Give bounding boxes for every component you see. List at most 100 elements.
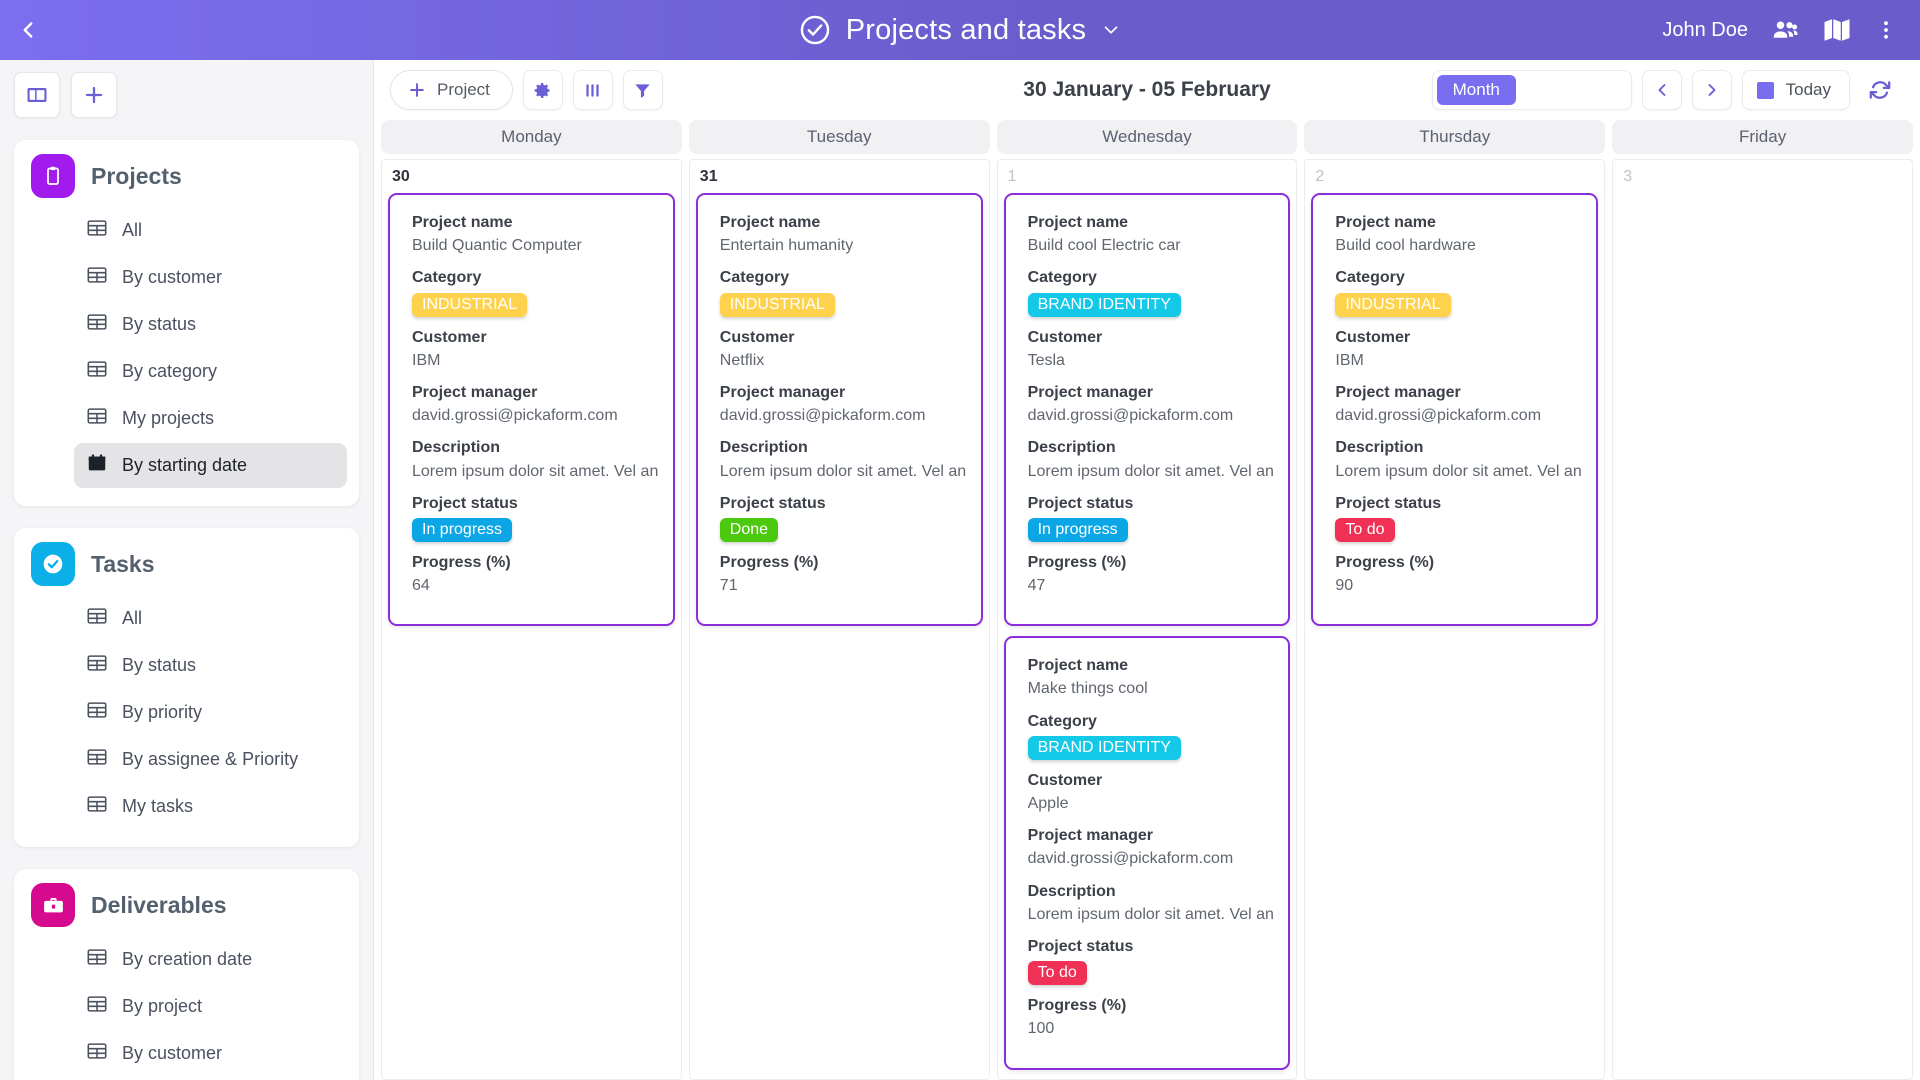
day-column-monday[interactable]: 30 Project name Build Quantic Computer C… [381, 159, 682, 1080]
category-badge: BRAND IDENTITY [1027, 735, 1181, 760]
scale-selector[interactable]: Month [1431, 70, 1632, 110]
sidebar-item-my-tasks[interactable]: My tasks [74, 784, 347, 829]
sidebar-item-label: By project [122, 996, 203, 1016]
field-value: Lorem ipsum dolor sit amet. Vel anim [1027, 905, 1275, 923]
table-icon [86, 652, 108, 679]
field-description: Description Lorem ipsum dolor sit amet. … [1335, 436, 1582, 482]
sidebar-item-label: By status [122, 655, 197, 675]
sidebar-item-tasks-all[interactable]: All [74, 596, 347, 641]
field-label: Project status [1335, 494, 1442, 512]
today-button[interactable]: Today [1741, 70, 1850, 110]
field-customer: Customer Apple [1028, 769, 1275, 815]
sidebar-item-tasks-by-status[interactable]: By status [74, 643, 347, 688]
field-value: 64 [412, 577, 430, 595]
day-header-tuesday: Tuesday [688, 120, 990, 154]
project-card[interactable]: Project name Build cool hardware Categor… [1311, 193, 1599, 627]
field-label: Project name [719, 214, 821, 231]
project-card[interactable]: Project name Build Quantic Computer Cate… [388, 193, 675, 627]
field-value: Lorem ipsum dolor sit amet. Vel anim [412, 462, 659, 480]
field-progress: Progress (%) 71 [720, 551, 967, 597]
day-column-thursday[interactable]: 2 Project name Build cool hardware Categ… [1304, 159, 1606, 1080]
back-button[interactable] [0, 17, 56, 43]
sidebar-item-label: My projects [122, 408, 215, 428]
sidebar: Projects All By customer By status By ca… [0, 60, 374, 1080]
today-label: Today [1785, 80, 1831, 99]
map-icon[interactable] [1822, 15, 1852, 45]
project-card[interactable]: Project name Make things cool Category B… [1003, 636, 1291, 1070]
status-badge: To do [1335, 517, 1395, 542]
day-columns: 30 Project name Build Quantic Computer C… [381, 159, 1913, 1080]
field-label: Project manager [1027, 383, 1153, 401]
day-column-tuesday[interactable]: 31 Project name Entertain humanity Categ… [688, 159, 990, 1080]
field-value: Lorem ipsum dolor sit amet. Vel anim [1335, 462, 1583, 480]
field-label: Category [719, 269, 790, 287]
sidebar-item-by-customer[interactable]: By customer [74, 255, 347, 300]
more-vertical-icon[interactable] [1874, 16, 1898, 44]
table-icon [86, 311, 108, 338]
sidebar-item-by-creation-date[interactable]: By creation date [74, 937, 347, 982]
field-value: Lorem ipsum dolor sit amet. Vel anim [1027, 462, 1275, 480]
sidebar-item-tasks-by-priority[interactable]: By priority [74, 690, 347, 735]
field-label: Progress (%) [1027, 997, 1127, 1015]
plus-icon [410, 83, 424, 97]
gear-icon [535, 82, 550, 98]
day-header-wednesday: Wednesday [996, 120, 1298, 154]
field-value: david.grossi@pickaform.com [412, 407, 618, 425]
sidebar-item-all[interactable]: All [74, 208, 347, 253]
day-column-friday[interactable]: 3 [1612, 159, 1913, 1080]
sidebar-item-label: By customer [122, 267, 223, 287]
field-project-status: Project status Done [719, 492, 967, 542]
toggle-panel-button[interactable] [14, 72, 60, 118]
project-card[interactable]: Project name Build cool Electric car Cat… [1003, 193, 1291, 627]
field-label: Description [1027, 439, 1116, 457]
columns-button[interactable] [572, 70, 613, 110]
user-name[interactable]: John Doe [1662, 19, 1748, 42]
field-label: Progress (%) [1027, 553, 1127, 571]
field-label: Description [1027, 882, 1116, 900]
filter-button[interactable] [622, 70, 663, 110]
settings-button[interactable] [522, 70, 563, 110]
calendar: Monday Tuesday Wednesday Thursday Friday… [374, 120, 1920, 1080]
chevron-left-icon [1658, 84, 1666, 96]
sidebar-item-by-category[interactable]: By category [74, 349, 347, 394]
scale-option-month[interactable]: Month [1436, 75, 1516, 105]
columns-icon [586, 83, 600, 97]
field-label: Customer [1027, 328, 1103, 346]
field-value: Build Quantic Computer [412, 237, 582, 255]
sidebar-item-label: By status [122, 314, 197, 334]
table-icon [86, 993, 108, 1020]
project-card[interactable]: Project name Entertain humanity Category… [695, 193, 983, 627]
field-project-status: Project status In progress [412, 492, 659, 542]
prev-period-button[interactable] [1641, 70, 1682, 110]
add-button[interactable] [71, 72, 117, 118]
sidebar-item-tasks-by-assignee-priority[interactable]: By assignee & Priority [74, 737, 347, 782]
next-period-button[interactable] [1691, 70, 1732, 110]
day-column-wednesday[interactable]: 1 Project name Build cool Electric car C… [996, 159, 1298, 1080]
sidebar-item-my-projects[interactable]: My projects [74, 396, 347, 441]
field-customer: Customer Tesla [1028, 326, 1275, 372]
add-project-button[interactable]: Project [390, 70, 513, 110]
field-label: Project manager [412, 383, 538, 401]
table-icon [86, 264, 108, 291]
sidebar-item-deliverables-by-customer[interactable]: By customer [74, 1031, 347, 1076]
day-header-friday: Friday [1612, 120, 1913, 154]
field-label: Description [1335, 439, 1424, 457]
sidebar-item-by-status[interactable]: By status [74, 302, 347, 347]
field-value: david.grossi@pickaform.com [1335, 407, 1542, 425]
field-progress: Progress (%) 90 [1335, 551, 1582, 597]
sidebar-item-by-starting-date[interactable]: By starting date [74, 443, 347, 488]
chevron-down-icon[interactable] [1100, 19, 1122, 41]
field-label: Category [1335, 269, 1405, 287]
field-value: Build cool Electric car [1027, 237, 1181, 255]
people-icon[interactable] [1770, 15, 1800, 45]
sidebar-item-by-project[interactable]: By project [74, 984, 347, 1029]
app-body: Projects All By customer By status By ca… [0, 60, 1920, 1080]
field-label: Description [719, 439, 808, 457]
category-badge: INDUSTRIAL [1335, 292, 1451, 317]
field-customer: Customer IBM [1335, 326, 1582, 372]
refresh-button[interactable] [1860, 70, 1900, 110]
field-value: Lorem ipsum dolor sit amet. Vel anim [719, 462, 967, 480]
field-project-name: Project name Make things cool [1028, 654, 1275, 700]
calendar-toolbar: Project 30 January - 05 February Month T… [374, 60, 1920, 120]
table-icon [86, 793, 108, 820]
